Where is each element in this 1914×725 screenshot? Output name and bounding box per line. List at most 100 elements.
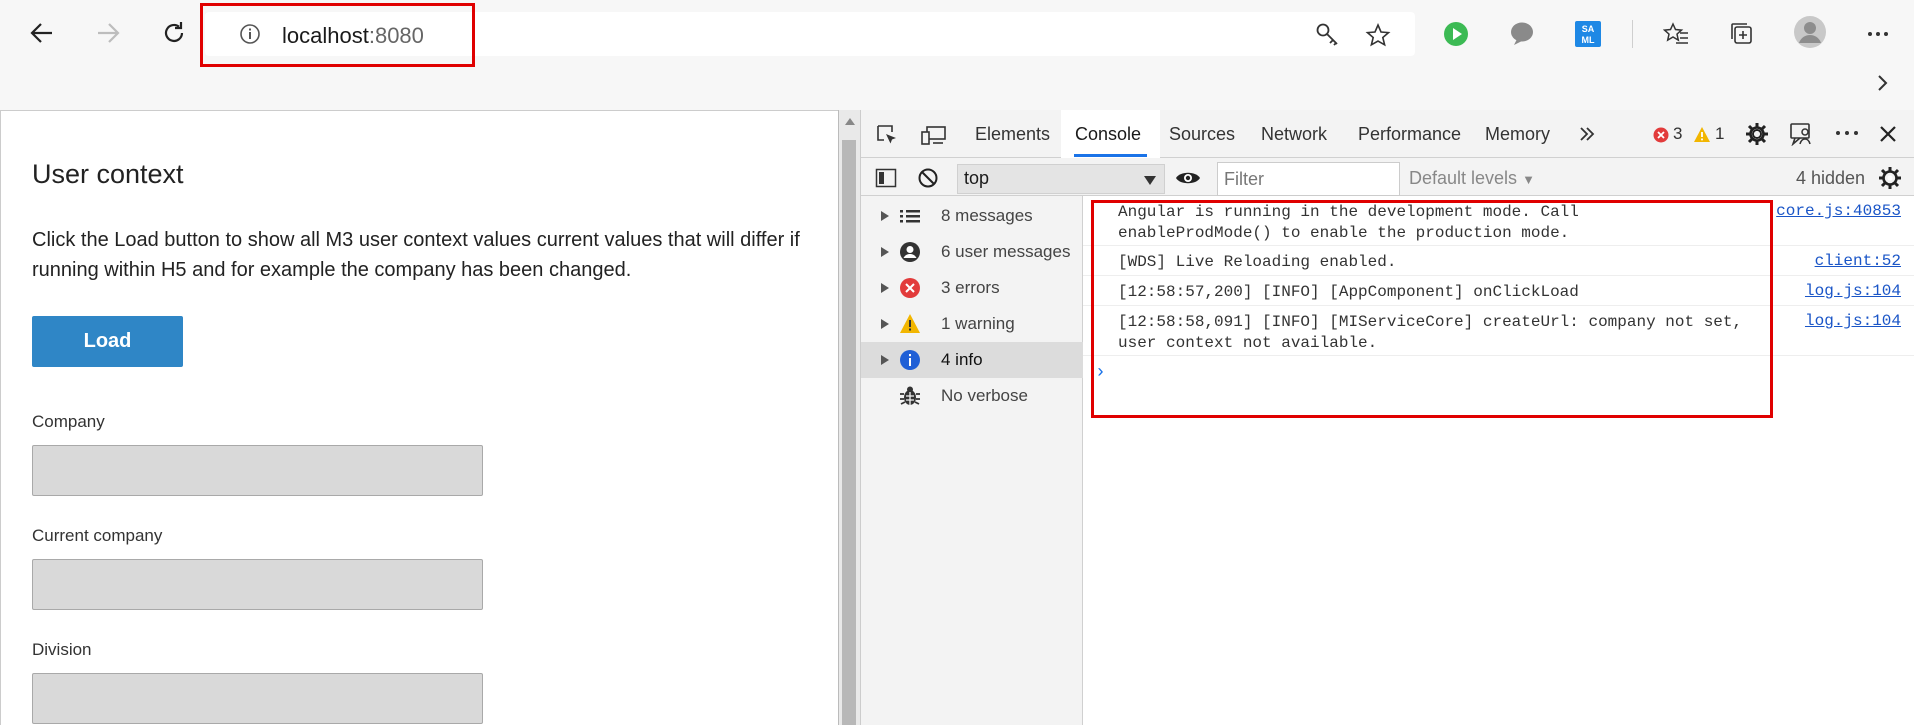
expand-arrow-icon[interactable] [881, 247, 889, 257]
favorites-button[interactable] [1656, 14, 1696, 54]
favorites-list-icon [1663, 22, 1688, 44]
chevron-right-icon [1878, 75, 1888, 91]
hidden-count: 4 hidden [1796, 168, 1866, 188]
forward-button[interactable] [88, 13, 128, 53]
play-extension-icon [1444, 22, 1468, 46]
page-title: User context [32, 159, 184, 189]
browser-toolbar: localhost:8080 SA ML [0, 0, 1914, 110]
page-description: Click the Load button to show all M3 use… [32, 229, 800, 281]
collections-button[interactable] [1722, 14, 1762, 54]
sidebar-item-label: 1 warning [941, 314, 1015, 333]
company-field[interactable] [32, 445, 483, 496]
forward-arrow-icon [98, 23, 120, 43]
chat-bubble-icon [1511, 22, 1533, 45]
favorite-star-icon[interactable] [1365, 22, 1391, 48]
info-icon [900, 350, 920, 370]
console-settings-icon[interactable] [1878, 166, 1902, 190]
sidebar-item-messages[interactable]: 8 messages [861, 198, 1083, 234]
filter-input[interactable] [1217, 162, 1400, 196]
sidebar-item-label: 4 info [941, 350, 983, 369]
tab-network[interactable]: Network [1261, 124, 1327, 145]
live-expression-eye-icon[interactable] [1175, 168, 1201, 188]
expand-arrow-icon[interactable] [881, 283, 889, 293]
sidebar-item-errors[interactable]: 3 errors [861, 270, 1083, 306]
toolbar-expand-button[interactable] [1862, 63, 1902, 103]
expand-arrow-icon[interactable] [881, 211, 889, 221]
back-button[interactable] [22, 13, 62, 53]
list-icon [900, 210, 920, 223]
scroll-up-arrow-icon[interactable] [845, 118, 855, 125]
page-viewport: User context Click the Load button to sh… [0, 110, 838, 725]
tab-memory[interactable]: Memory [1485, 124, 1550, 145]
devtools-more-icon[interactable] [1835, 128, 1859, 138]
tab-elements[interactable]: Elements [975, 124, 1050, 145]
division-label: Division [32, 640, 92, 659]
svg-text:SA: SA [1582, 24, 1595, 34]
load-button[interactable]: Load [32, 316, 183, 367]
active-tab-indicator [1074, 154, 1147, 157]
sidebar-item-label: 8 messages [941, 206, 1033, 225]
console-sidebar: 8 messages 6 user messages 3 errors 1 wa… [861, 196, 1083, 725]
context-selector[interactable]: top [957, 164, 1165, 194]
address-highlight-box [200, 3, 475, 67]
clear-console-icon[interactable] [917, 167, 939, 189]
refresh-icon [164, 22, 184, 42]
warning-count-icon[interactable] [1693, 126, 1711, 143]
sidebar-item-verbose[interactable]: No verbose [861, 378, 1083, 414]
key-icon[interactable] [1315, 22, 1341, 48]
device-emulation-icon[interactable] [921, 123, 947, 147]
tab-console[interactable]: Console [1075, 124, 1141, 145]
sidebar-item-warnings[interactable]: 1 warning [861, 306, 1083, 342]
message-source-link[interactable]: log.js:104 [1805, 312, 1901, 330]
log-levels-dropdown[interactable]: Default levels ▼ [1409, 168, 1535, 189]
inspect-element-icon[interactable] [875, 123, 899, 147]
console-highlight-box [1091, 200, 1773, 418]
sidebar-item-info[interactable]: 4 info [861, 342, 1083, 378]
svg-text:ML: ML [1582, 35, 1595, 45]
caret-down-icon: ▼ [1522, 172, 1535, 187]
division-field[interactable] [32, 673, 483, 724]
refresh-button[interactable] [154, 13, 194, 53]
expand-arrow-icon[interactable] [881, 319, 889, 329]
saml-icon: SAML [1575, 21, 1601, 47]
more-horizontal-icon [1868, 32, 1888, 36]
warning-icon [900, 314, 920, 333]
message-source-link[interactable]: client:52 [1815, 252, 1901, 270]
message-source-link[interactable]: core.js:40853 [1776, 202, 1901, 220]
sidebar-item-label: 6 user messages [941, 242, 1071, 261]
message-source-link[interactable]: log.js:104 [1805, 282, 1901, 300]
context-value: top [964, 168, 990, 188]
toggle-sidebar-icon[interactable] [875, 167, 897, 189]
caret-down-icon [1144, 176, 1156, 185]
company-label: Company [32, 412, 105, 431]
extension-chat-button[interactable] [1502, 14, 1542, 54]
warning-count[interactable]: 1 [1715, 124, 1724, 144]
error-icon [900, 278, 920, 298]
tab-performance[interactable]: Performance [1358, 124, 1461, 145]
error-count[interactable]: 3 [1673, 124, 1682, 144]
expand-arrow-icon[interactable] [881, 355, 889, 365]
back-arrow-icon [30, 23, 52, 43]
bug-icon [900, 386, 920, 405]
tab-sources[interactable]: Sources [1169, 124, 1235, 145]
settings-more-button[interactable] [1858, 14, 1898, 54]
current-company-label: Current company [32, 526, 163, 545]
console-filter-bar: top Default levels ▼ 4 hidden [861, 158, 1914, 196]
sidebar-item-label: 3 errors [941, 278, 1000, 297]
collections-icon [1731, 23, 1752, 44]
sidebar-item-label: No verbose [941, 386, 1028, 405]
current-company-field[interactable] [32, 559, 483, 610]
avatar-icon [1794, 16, 1826, 48]
more-tabs-icon[interactable] [1579, 126, 1595, 142]
feedback-icon[interactable] [1789, 122, 1815, 146]
page-scrollbar[interactable] [838, 110, 860, 725]
extension-play-button[interactable] [1436, 14, 1476, 54]
sidebar-item-user-messages[interactable]: 6 user messages [861, 234, 1083, 270]
close-devtools-icon[interactable] [1879, 125, 1897, 143]
extension-saml-button[interactable]: SA ML [1568, 14, 1608, 54]
devtools-settings-icon[interactable] [1745, 122, 1769, 146]
profile-button[interactable] [1790, 12, 1830, 52]
scrollbar-thumb[interactable] [842, 140, 856, 725]
log-levels-label: Default levels [1409, 168, 1518, 188]
error-count-icon[interactable] [1653, 127, 1669, 143]
